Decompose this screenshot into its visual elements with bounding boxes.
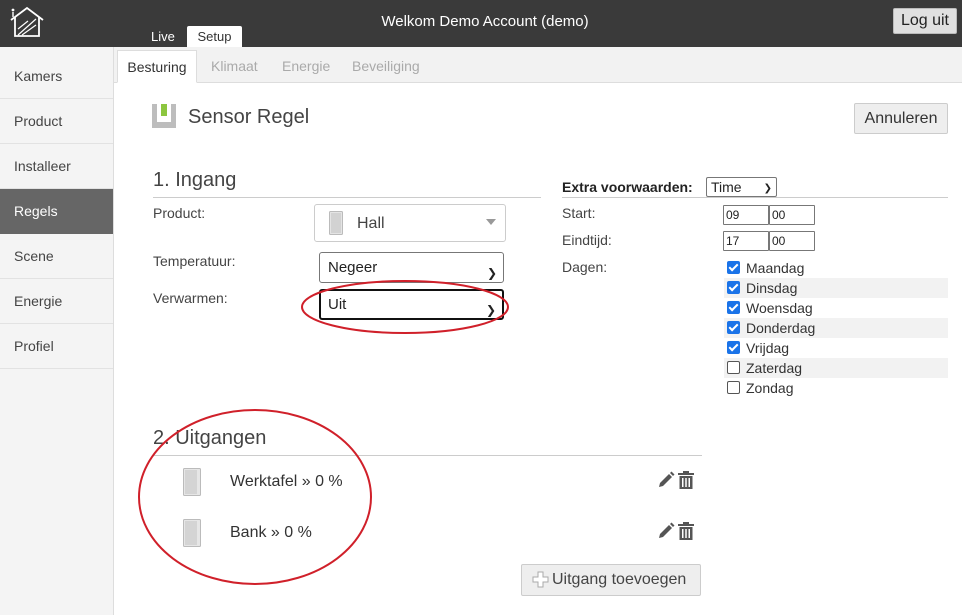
chevron-down-icon: ❯ — [763, 183, 772, 194]
sidebar-item-installeer[interactable]: Installeer — [0, 144, 113, 189]
heating-select[interactable]: Uit ❯ — [319, 289, 504, 320]
start-minute-input[interactable]: 00 — [769, 205, 815, 225]
days-label: Dagen: — [562, 259, 608, 275]
sensor-rule-icon — [152, 104, 176, 128]
day-label: Donderdag — [746, 320, 816, 336]
day-woensdag[interactable]: Woensdag — [724, 298, 948, 318]
product-select[interactable]: Hall — [314, 204, 506, 242]
temperature-label: Temperatuur: — [153, 253, 236, 269]
list-item: Werktafel » 0 % — [150, 462, 702, 508]
page-title: Sensor Regel — [188, 106, 310, 128]
condition-type-value: Time — [711, 179, 742, 195]
sidebar-item-kamers[interactable]: Kamers — [0, 54, 113, 99]
checkbox-checked[interactable] — [727, 321, 740, 334]
end-hour-input[interactable]: 17 — [723, 231, 769, 251]
heating-value: Uit — [328, 296, 347, 313]
day-dinsdag[interactable]: Dinsdag — [724, 278, 948, 298]
uitgangen-title: 2. Uitgangen — [153, 427, 267, 449]
heating-label: Verwarmen: — [153, 290, 228, 306]
sidebar-item-product[interactable]: Product — [0, 99, 113, 144]
sidebar: Kamers Product Installeer Regels Scene E… — [0, 47, 114, 615]
temperature-value: Negeer — [328, 259, 378, 276]
checkbox-checked[interactable] — [727, 261, 740, 274]
product-value: Hall — [357, 215, 385, 232]
start-hour-input[interactable]: 09 — [723, 205, 769, 225]
day-label: Woensdag — [746, 300, 813, 316]
checkbox-checked[interactable] — [727, 301, 740, 314]
day-label: Vrijdag — [746, 340, 790, 356]
day-label: Zondag — [746, 380, 794, 396]
cancel-button[interactable]: Annuleren — [854, 103, 948, 134]
tab-setup[interactable]: Setup — [187, 26, 242, 47]
checkbox-checked[interactable] — [727, 281, 740, 294]
day-label: Maandag — [746, 260, 805, 276]
checkbox-unchecked[interactable] — [727, 361, 740, 374]
device-icon — [329, 211, 343, 235]
checkbox-unchecked[interactable] — [727, 381, 740, 394]
day-zondag[interactable]: Zondag — [724, 378, 948, 398]
pencil-icon[interactable] — [657, 522, 675, 540]
sub-tabs: Besturing Klimaat Energie Beveiliging — [114, 47, 962, 83]
chevron-down-icon — [486, 219, 496, 225]
welcome-title: Welkom Demo Account (demo) — [381, 13, 589, 30]
ingang-title: 1. Ingang — [153, 169, 237, 191]
day-donderdag[interactable]: Donderdag — [724, 318, 948, 338]
uitgangen-divider — [153, 455, 702, 456]
end-minute-input[interactable]: 00 — [769, 231, 815, 251]
temperature-select[interactable]: Negeer ❯ — [319, 252, 504, 283]
day-maandag[interactable]: Maandag — [724, 258, 948, 278]
plus-icon — [532, 571, 549, 588]
product-label: Product: — [153, 205, 206, 221]
top-bar: Welkom Demo Account (demo) Live Setup Lo… — [0, 0, 962, 47]
output-label: Bank » 0 % — [230, 524, 312, 541]
extra-conditions-label: Extra voorwaarden: — [562, 179, 693, 195]
start-label: Start: — [562, 205, 596, 221]
sidebar-item-regels[interactable]: Regels — [0, 189, 113, 234]
tab-beveiliging[interactable]: Beveiliging — [352, 50, 420, 83]
add-output-label: Uitgang toevoegen — [552, 571, 687, 588]
sidebar-item-scene[interactable]: Scene — [0, 234, 113, 279]
output-label: Werktafel » 0 % — [230, 473, 343, 490]
add-output-button[interactable]: Uitgang toevoegen — [521, 564, 701, 596]
pencil-icon[interactable] — [657, 471, 675, 489]
day-label: Dinsdag — [746, 280, 798, 296]
tab-klimaat[interactable]: Klimaat — [211, 50, 258, 83]
sidebar-item-energie[interactable]: Energie — [0, 279, 113, 324]
day-label: Zaterdag — [746, 360, 803, 376]
trash-icon[interactable] — [678, 522, 694, 540]
ingang-divider — [153, 197, 541, 198]
day-zaterdag[interactable]: Zaterdag — [724, 358, 948, 378]
tab-live[interactable]: Live — [148, 26, 178, 47]
checkbox-checked[interactable] — [727, 341, 740, 354]
device-icon — [183, 468, 201, 496]
tab-energie[interactable]: Energie — [282, 50, 330, 83]
extra-divider — [562, 197, 948, 198]
list-item: Bank » 0 % — [150, 513, 702, 559]
device-icon — [183, 519, 201, 547]
sidebar-item-profiel[interactable]: Profiel — [0, 324, 113, 369]
chevron-down-icon: ❯ — [485, 303, 496, 317]
day-vrijdag[interactable]: Vrijdag — [724, 338, 948, 358]
condition-type-select[interactable]: Time ❯ — [706, 177, 777, 197]
chevron-down-icon: ❯ — [486, 266, 497, 280]
logout-button[interactable]: Log uit — [892, 8, 957, 34]
tab-besturing[interactable]: Besturing — [117, 50, 197, 83]
end-time-label: Eindtijd: — [562, 232, 612, 248]
trash-icon[interactable] — [678, 471, 694, 489]
